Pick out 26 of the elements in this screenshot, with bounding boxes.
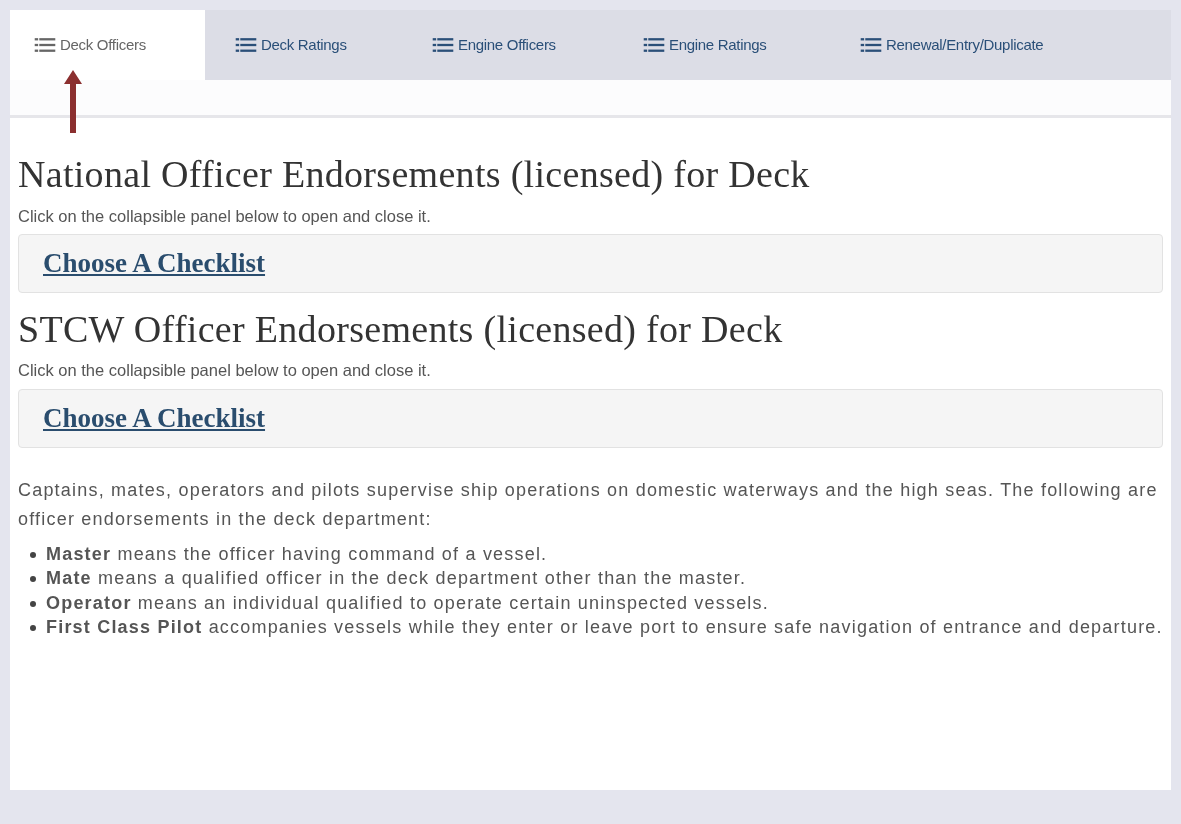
list-icon [432, 37, 454, 53]
tab[interactable]: Deck Officers [10, 10, 205, 80]
list-icon [860, 37, 882, 53]
tab[interactable]: Engine Officers [402, 10, 621, 80]
definition-item: Mate means a qualified officer in the deck department other than the master. [46, 567, 747, 591]
checklist-link[interactable]: Choose A Checklist [43, 248, 266, 279]
bullet-icon [30, 551, 36, 558]
list-icon [643, 37, 665, 53]
section-heading: STCW Officer Endorsements (licensed) for Deck [18, 306, 784, 352]
checklist-link[interactable]: Choose A Checklist [43, 403, 266, 434]
instruction-text: Click on the collapsible panel below to open and close it. [18, 360, 432, 382]
bullet-icon [30, 600, 36, 607]
definition-item: Master means the officer having command of a vessel. [46, 542, 548, 566]
tab[interactable]: Renewal/Entry/Duplicate [834, 10, 1070, 80]
bullet-icon [30, 625, 36, 632]
list-icon [235, 37, 257, 53]
definition-item: First Class Pilot accompanies vessels while they enter or leave port to ensure safe navigation of entrance and departure. [46, 616, 1163, 640]
tab[interactable]: Deck Ratings [205, 10, 402, 80]
list-icon [34, 37, 56, 53]
bullet-icon [30, 576, 36, 583]
definition-item: Operator means an individual qualified to operate certain uninspected vessels. [46, 591, 769, 615]
instruction-text: Click on the collapsible panel below to open and close it. [18, 205, 432, 227]
tab[interactable]: Engine Ratings [621, 10, 834, 80]
annotation-arrow [63, 70, 83, 133]
section-heading: National Officer Endorsements (licensed) for Deck [18, 152, 811, 197]
intro-paragraph: Captains, mates, operators and pilots supervise ship operations on domestic waterways and the high seas. The following are officer endorsements in the deck department: [18, 478, 1159, 531]
